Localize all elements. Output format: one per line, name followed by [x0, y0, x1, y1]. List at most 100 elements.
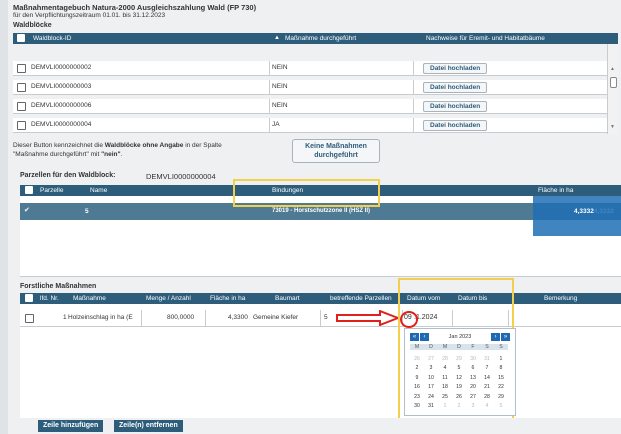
forstliche-table-header: lfd. Nr. Maßnahme Menge / Anzahl Fläche …	[20, 293, 621, 304]
calendar-day[interactable]: 1	[438, 403, 452, 409]
scroll-up-icon[interactable]: ▲	[610, 66, 615, 72]
baumart-value[interactable]: Gemeine Kiefer	[253, 314, 298, 321]
calendar-day[interactable]: 29	[452, 356, 466, 362]
calendar-day[interactable]: 24	[424, 394, 438, 400]
col-massnahme[interactable]: Maßnahme	[73, 295, 106, 302]
calendar-weekday: M	[410, 344, 424, 350]
menge-value[interactable]: 800,0000	[167, 314, 194, 321]
calendar-day[interactable]: 26	[452, 394, 466, 400]
lfd-nr-value: 1	[63, 314, 67, 321]
calendar-day[interactable]: 2	[410, 365, 424, 371]
calendar-day[interactable]: 12	[452, 375, 466, 381]
waldblock-row[interactable]: DEMVLI0000000006 NEIN Datei hochladen	[13, 99, 608, 114]
calendar-day[interactable]: 21	[480, 384, 494, 390]
chevron-right-icon[interactable]: ›	[491, 333, 500, 341]
flaeche-value[interactable]: 4,3300	[228, 314, 248, 321]
calendar-day[interactable]: 28	[480, 394, 494, 400]
waldbloecke-scrollbar[interactable]: ▲ ▼	[607, 44, 618, 134]
col-lfd-nr[interactable]: lfd. Nr.	[40, 295, 59, 302]
calendar-day[interactable]: 18	[438, 384, 452, 390]
calendar-day[interactable]: 9	[410, 375, 424, 381]
parzellen-value[interactable]: 5	[324, 314, 328, 321]
upload-file-button[interactable]: Datei hochladen	[423, 101, 488, 112]
calendar-day[interactable]: 4	[480, 403, 494, 409]
calendar-day[interactable]: 25	[438, 394, 452, 400]
row-checkbox[interactable]	[17, 83, 26, 92]
select-all-checkbox[interactable]	[17, 34, 25, 42]
hint-text-suffix: in der Spalte	[183, 142, 222, 149]
calendar-day[interactable]: 19	[452, 384, 466, 390]
waldblock-row[interactable]: DEMVLI0000000002 NEIN Datei hochladen	[13, 61, 608, 76]
calendar-day[interactable]: 2	[452, 403, 466, 409]
double-chevron-left-icon[interactable]: «	[410, 333, 419, 341]
massnahme-value[interactable]: Holzeinschlag in ha (E	[68, 314, 140, 321]
remove-rows-button[interactable]: Zeile(n) entfernen	[114, 420, 183, 432]
add-row-button[interactable]: Zeile hinzufügen	[38, 420, 104, 432]
calendar-day[interactable]: 6	[466, 365, 480, 371]
col-betreffende-parzellen[interactable]: betreffende Parzellen	[330, 295, 392, 302]
col-parzelle[interactable]: Parzelle	[40, 187, 63, 194]
calendar-day[interactable]: 17	[424, 384, 438, 390]
calendar-day[interactable]: 16	[410, 384, 424, 390]
calendar-day[interactable]: 31	[424, 403, 438, 409]
col-waldblock-id[interactable]: Waldblock-ID	[33, 35, 71, 42]
calendar-day[interactable]: 5	[494, 403, 508, 409]
scroll-down-icon[interactable]: ▼	[610, 124, 615, 130]
calendar-day[interactable]: 8	[494, 365, 508, 371]
calendar-day[interactable]: 14	[480, 375, 494, 381]
calendar-day[interactable]: 22	[494, 384, 508, 390]
double-chevron-right-icon[interactable]: »	[501, 333, 510, 341]
calendar-day[interactable]: 27	[424, 356, 438, 362]
row-checkbox[interactable]	[17, 64, 26, 73]
calendar-day[interactable]: 23	[410, 394, 424, 400]
calendar-day[interactable]: 26	[410, 356, 424, 362]
calendar-day[interactable]: 27	[466, 394, 480, 400]
col-flaeche[interactable]: Fläche in ha	[210, 295, 245, 302]
col-flaeche[interactable]: Fläche in ha	[538, 187, 573, 194]
parzelle-value: 5	[85, 208, 89, 215]
select-all-checkbox[interactable]	[25, 294, 33, 302]
col-menge[interactable]: Menge / Anzahl	[146, 295, 191, 302]
upload-file-button[interactable]: Datei hochladen	[423, 63, 488, 74]
row-checkbox[interactable]	[17, 102, 26, 111]
row-checkbox[interactable]	[25, 314, 34, 323]
calendar-day[interactable]: 7	[480, 365, 494, 371]
chevron-left-icon[interactable]: ‹	[420, 333, 429, 341]
calendar-day[interactable]: 5	[452, 365, 466, 371]
select-all-checkbox[interactable]	[25, 186, 33, 194]
calendar-day[interactable]: 10	[424, 375, 438, 381]
calendar-day[interactable]: 31	[480, 356, 494, 362]
calendar-day[interactable]: 13	[466, 375, 480, 381]
calendar-day[interactable]: 3	[424, 365, 438, 371]
upload-file-button[interactable]: Datei hochladen	[423, 120, 488, 131]
waldblock-row[interactable]: DEMVLI0000000004 JA Datei hochladen	[13, 118, 608, 133]
calendar-day[interactable]: 3	[466, 403, 480, 409]
keine-massnahmen-button[interactable]: Keine Maßnahmen durchgeführt	[292, 139, 380, 163]
scrollbar-thumb[interactable]	[610, 77, 617, 88]
upload-file-button[interactable]: Datei hochladen	[423, 82, 488, 93]
checkmark-icon[interactable]: ✔	[24, 206, 30, 214]
calendar-day[interactable]: 11	[438, 375, 452, 381]
calendar-day[interactable]: 1	[494, 356, 508, 362]
date-picker[interactable]: « ‹ Jan 2023 › » M D M D F S S 26 27 28 29 30 31 1 2 3 4…	[404, 328, 516, 416]
row-checkbox[interactable]	[17, 121, 26, 130]
flaeche-cell-highlight	[533, 196, 621, 236]
calendar-day[interactable]: 20	[466, 384, 480, 390]
calendar-day[interactable]: 4	[438, 365, 452, 371]
calendar-day[interactable]: 28	[438, 356, 452, 362]
waldblock-row[interactable]: DEMVLI0000000003 NEIN Datei hochladen	[13, 80, 608, 95]
col-baumart[interactable]: Baumart	[275, 295, 300, 302]
col-massnahme-durchgefuehrt[interactable]: Maßnahme durchgeführt	[285, 35, 356, 42]
waldblock-id: DEMVLI0000000003	[31, 83, 92, 90]
calendar-day[interactable]: 30	[410, 403, 424, 409]
calendar-day[interactable]: 30	[466, 356, 480, 362]
forstliche-row[interactable]: 1 Holzeinschlag in ha (E 800,0000 4,3300…	[20, 310, 621, 327]
calendar-day[interactable]: 15	[494, 375, 508, 381]
calendar-day[interactable]: 29	[494, 394, 508, 400]
col-nachweise[interactable]: Nachweise für Eremit- und Habitatbäume	[426, 35, 545, 42]
col-name[interactable]: Name	[90, 187, 107, 194]
col-bemerkung[interactable]: Bemerkung	[544, 295, 577, 302]
hint-text-prefix: Dieser Button kennzeichnet die	[13, 142, 105, 149]
massnahme-value: NEIN	[272, 64, 288, 71]
divider	[413, 80, 414, 94]
